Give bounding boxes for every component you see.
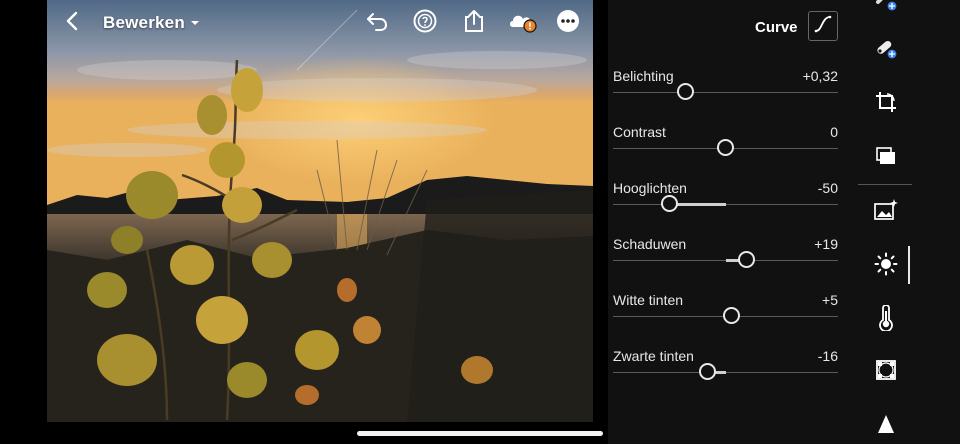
more-button[interactable] [555, 9, 581, 38]
slider-track[interactable] [613, 372, 838, 373]
cloud-sync-button[interactable] [506, 10, 540, 36]
heal-badge-icon [872, 0, 900, 19]
slider-label: Hooglichten [613, 180, 687, 196]
slider-thumb[interactable] [717, 139, 734, 156]
slider-value[interactable]: -16 [818, 348, 838, 364]
slider-zwarte-tinten: Zwarte tinten -16 [608, 348, 848, 398]
home-indicator[interactable] [357, 431, 603, 436]
top-bar: Bewerken [47, 0, 593, 46]
back-button[interactable] [59, 10, 85, 36]
slider-value[interactable]: +5 [822, 292, 838, 308]
presets-tool[interactable] [872, 144, 900, 172]
slider-track[interactable] [613, 204, 838, 205]
temperature-icon [874, 303, 898, 336]
slider-label: Schaduwen [613, 236, 687, 252]
slider-value[interactable]: +0,32 [803, 68, 838, 84]
detail-tool[interactable] [872, 412, 900, 440]
share-icon [463, 9, 485, 38]
slider-label: Zwarte tinten [613, 348, 694, 364]
mode-title[interactable]: Bewerken [103, 13, 185, 33]
slider-witte-tinten: Witte tinten +5 [608, 292, 848, 342]
slider-track[interactable] [613, 92, 838, 93]
light-icon [874, 252, 898, 281]
slider-belichting: Belichting +0,32 [608, 68, 848, 118]
slider-hooglichten: Hooglichten -50 [608, 180, 848, 230]
brush-tool[interactable] [872, 36, 900, 64]
back-icon [65, 11, 79, 36]
auto-enhance-icon [873, 198, 899, 227]
slider-value[interactable]: +19 [814, 236, 838, 252]
active-tool-indicator [908, 246, 910, 284]
curve-label: Curve [755, 19, 798, 36]
slider-thumb[interactable] [699, 363, 716, 380]
slider-label: Contrast [613, 124, 666, 140]
share-button[interactable] [461, 9, 487, 38]
undo-button[interactable] [364, 10, 390, 36]
slider-label: Belichting [613, 68, 674, 84]
color-tool[interactable] [872, 303, 900, 336]
slider-thumb[interactable] [722, 307, 740, 324]
brush-badge-icon [872, 34, 900, 67]
help-button[interactable] [412, 9, 438, 38]
curve-button[interactable] [808, 11, 838, 41]
crop-icon [874, 90, 898, 119]
slider-label: Witte tinten [613, 292, 684, 308]
slider-contrast: Contrast 0 [608, 124, 848, 174]
heal-tool[interactable] [872, 0, 900, 16]
detail-icon [876, 414, 896, 439]
tool-rail [858, 0, 960, 444]
slider-thumb[interactable] [738, 251, 756, 268]
photo-canvas[interactable] [47, 0, 593, 422]
auto-tool[interactable] [872, 198, 900, 226]
undo-icon [365, 10, 389, 37]
slider-thumb[interactable] [660, 195, 678, 212]
effects-tool[interactable] [872, 358, 900, 386]
cloud-sync-warning-icon [507, 9, 539, 38]
slider-schaduwen: Schaduwen +19 [608, 236, 848, 286]
rail-divider [858, 184, 912, 185]
light-tool[interactable] [872, 252, 900, 280]
slider-value[interactable]: -50 [818, 180, 838, 196]
vignette-icon [875, 359, 897, 386]
presets-icon [874, 144, 898, 173]
help-icon [413, 9, 437, 38]
adjustment-panel: Curve Belichting +0,32 Contrast 0 Hooglichte… [608, 0, 858, 444]
slider-thumb[interactable] [676, 83, 694, 100]
more-icon [556, 9, 580, 38]
chevron-down-icon[interactable] [189, 16, 201, 28]
app-screen: Bewerken Curve Belichting +0,32 Contrast… [0, 0, 960, 444]
slider-value[interactable]: 0 [830, 124, 838, 140]
photo-image [47, 0, 593, 422]
crop-tool[interactable] [872, 90, 900, 118]
tone-curve-icon [813, 14, 833, 39]
